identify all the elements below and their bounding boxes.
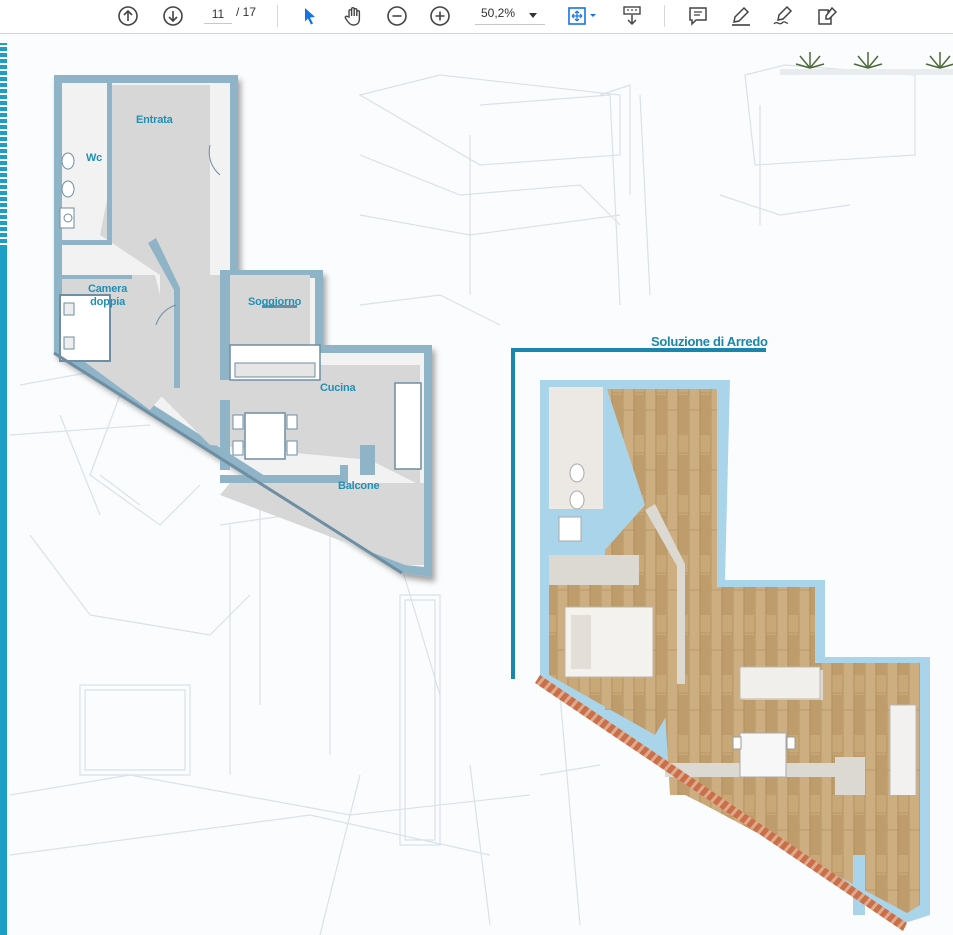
zoom-in-icon[interactable] — [426, 2, 454, 30]
floor-plan-2d — [53, 75, 432, 577]
floor-plan-3d — [535, 380, 930, 931]
fit-page-icon[interactable] — [562, 2, 602, 30]
select-arrow-icon[interactable] — [296, 2, 324, 30]
chevron-down-icon — [529, 13, 537, 18]
toolbar-divider — [664, 5, 665, 27]
room-label-cucina: Cucina — [320, 382, 356, 394]
document-page: Entrata Wc Camera doppia Soggiorno Cucin… — [0, 35, 953, 935]
room-label-balcone: Balcone — [338, 480, 380, 492]
comment-icon[interactable] — [684, 2, 712, 30]
toolbar-divider — [277, 5, 278, 27]
page-number-input[interactable] — [204, 4, 232, 24]
plant-decoration — [780, 52, 953, 75]
zoom-select[interactable]: 50,2% — [475, 3, 545, 25]
highlight-icon[interactable] — [727, 2, 755, 30]
zoom-value: 50,2% — [481, 6, 516, 20]
pdf-toolbar: / 17 50,2% — [0, 0, 953, 34]
page-up-icon[interactable] — [114, 2, 142, 30]
sign-icon[interactable] — [770, 2, 798, 30]
room-label-entrata: Entrata — [136, 114, 173, 126]
room-label-wc: Wc — [86, 152, 103, 164]
room-label-camera: Camera doppia — [88, 283, 128, 308]
hand-icon[interactable] — [340, 2, 368, 30]
brand-edge-text — [0, 45, 7, 245]
zoom-out-icon[interactable] — [383, 2, 411, 30]
room-label-soggiorno: Soggiorno — [248, 296, 302, 308]
fill-sign-icon[interactable] — [813, 2, 841, 30]
page-total: / 17 — [236, 5, 257, 19]
scroll-mode-icon[interactable] — [618, 2, 646, 30]
page-down-icon[interactable] — [159, 2, 187, 30]
